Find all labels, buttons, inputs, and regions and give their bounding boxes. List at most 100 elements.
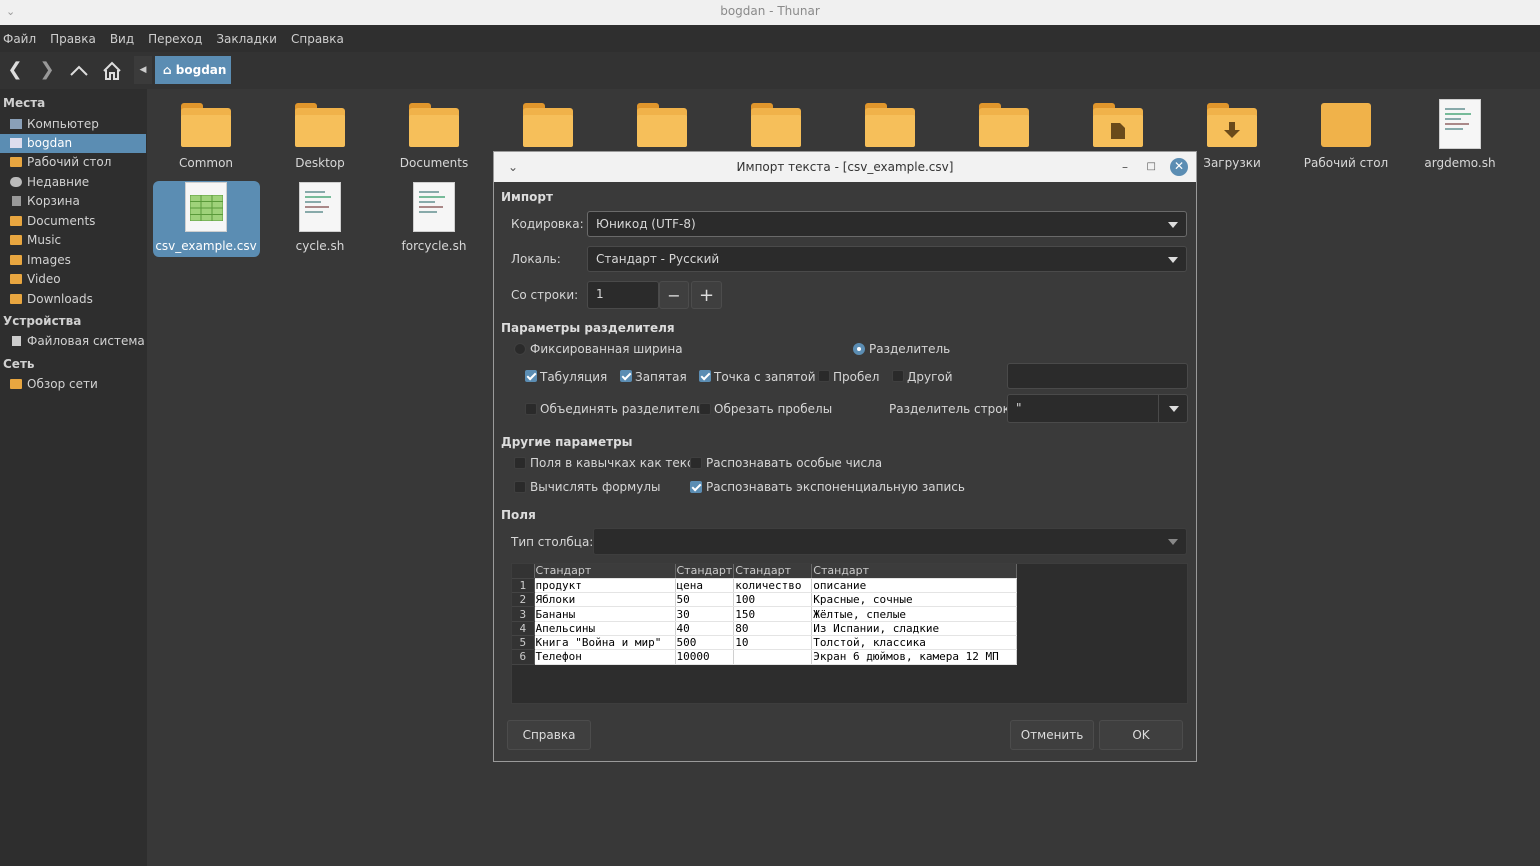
back-icon[interactable]: ❮	[4, 60, 26, 82]
sidebar-item-trash[interactable]: Корзина	[0, 192, 146, 211]
folder-icon	[409, 103, 459, 147]
folder-icon	[181, 103, 231, 147]
cell: количество	[733, 578, 813, 594]
chevron-down-icon	[1168, 222, 1178, 228]
locale-select[interactable]: Стандарт - Русский	[587, 246, 1187, 272]
other-options-header: Другие параметры	[501, 435, 633, 449]
computer-icon	[10, 119, 22, 129]
chevron-down-icon	[1169, 406, 1179, 412]
home-icon[interactable]	[101, 60, 123, 82]
column-type-select[interactable]	[593, 528, 1187, 555]
fixed-width-label: Фиксированная ширина	[530, 342, 683, 356]
cell: Книга "Война и мир"	[534, 635, 676, 651]
cell: Апельсины	[534, 621, 676, 636]
column-header[interactable]: Стандарт	[675, 564, 735, 579]
close-icon[interactable]: ✕	[1170, 158, 1188, 176]
tab-checkbox[interactable]	[525, 370, 537, 382]
sidebar-item-network[interactable]: Обзор сети	[0, 375, 146, 394]
cell: 50	[675, 592, 735, 608]
cancel-button[interactable]: Отменить	[1010, 720, 1094, 750]
menu-edit[interactable]: Правка	[50, 32, 96, 46]
decrement-button[interactable]: −	[659, 281, 689, 309]
column-header[interactable]: Стандарт	[534, 564, 676, 579]
path-scroll-left-icon[interactable]: ◀	[134, 56, 152, 84]
maximize-icon[interactable]: □	[1147, 160, 1156, 174]
sidebar-item-filesystem[interactable]: Файловая система	[0, 332, 146, 351]
folder-icon	[751, 103, 801, 147]
up-icon[interactable]	[68, 60, 90, 82]
sidebar-header-devices: Устройства	[3, 314, 82, 328]
sidebar-item-music[interactable]: Music	[0, 231, 146, 250]
column-header[interactable]: Стандарт	[733, 564, 813, 579]
sidebar-item-downloads[interactable]: Downloads	[0, 290, 146, 309]
trim-spaces-label: Обрезать пробелы	[714, 402, 833, 416]
fixed-width-radio[interactable]	[514, 343, 526, 355]
trim-spaces-checkbox[interactable]	[699, 403, 711, 415]
semicolon-checkbox[interactable]	[699, 370, 711, 382]
string-delimiter-select[interactable]: "	[1007, 394, 1188, 423]
encoding-select[interactable]: Юникод (UTF-8)	[587, 211, 1187, 237]
space-checkbox[interactable]	[818, 370, 830, 382]
sidebar-item-images[interactable]: Images	[0, 251, 146, 270]
encoding-label: Кодировка:	[511, 217, 584, 231]
merge-delimiters-checkbox[interactable]	[525, 403, 537, 415]
ok-button[interactable]: OK	[1099, 720, 1183, 750]
tab-label: Табуляция	[540, 370, 608, 384]
cell: Жёлтые, спелые	[811, 606, 1018, 622]
detect-special-checkbox[interactable]	[690, 457, 702, 469]
cell: Яблоки	[534, 592, 676, 608]
sidebar: Места Компьютер bogdan Рабочий стол Неда…	[0, 89, 147, 866]
quoted-as-text-checkbox[interactable]	[514, 457, 526, 469]
eval-formulas-checkbox[interactable]	[514, 481, 526, 493]
dialog-menu-icon[interactable]: ⌄	[508, 160, 518, 174]
detect-special-label: Распознавать особые числа	[706, 456, 883, 470]
sidebar-item-documents[interactable]: Documents	[0, 212, 146, 231]
dialog-titlebar[interactable]: ⌄ Импорт текста - [csv_example.csv] – □ …	[494, 152, 1196, 182]
sidebar-item-computer[interactable]: Компьютер	[0, 115, 146, 134]
from-row-input[interactable]: 1	[587, 281, 659, 309]
import-section-header: Импорт	[501, 190, 553, 204]
cell: продукт	[534, 578, 676, 594]
cell: 150	[733, 606, 813, 622]
column-header[interactable]: Стандарт	[811, 564, 1018, 579]
sidebar-item-desktop[interactable]: Рабочий стол	[0, 153, 146, 172]
detect-scientific-checkbox[interactable]	[690, 481, 702, 493]
separated-label: Разделитель	[869, 342, 951, 356]
folder-icon	[295, 103, 345, 147]
cell: описание	[811, 578, 1018, 594]
folder-icon	[10, 235, 22, 245]
window-menu-icon[interactable]: ⌄	[6, 1, 15, 23]
comma-checkbox[interactable]	[620, 370, 632, 382]
toolbar: ❮ ❯	[0, 52, 1540, 89]
folder-icon	[10, 255, 22, 265]
increment-button[interactable]: +	[691, 281, 722, 309]
help-button[interactable]: Справка	[507, 720, 591, 750]
window-titlebar[interactable]: ⌄ bogdan - Thunar	[0, 0, 1540, 25]
menu-view[interactable]: Вид	[110, 32, 134, 46]
separator-section-header: Параметры разделителя	[501, 321, 675, 335]
other-separator-input[interactable]	[1007, 363, 1188, 389]
cell: Бананы	[534, 606, 676, 622]
sidebar-item-video[interactable]: Video	[0, 270, 146, 289]
minimize-icon[interactable]: –	[1122, 160, 1128, 174]
path-button-current[interactable]: ⌂ bogdan	[155, 56, 231, 84]
cell: Толстой, классика	[811, 635, 1018, 651]
menu-bookmarks[interactable]: Закладки	[216, 32, 277, 46]
cell: Телефон	[534, 649, 676, 665]
forward-icon[interactable]: ❯	[36, 60, 58, 82]
other-checkbox[interactable]	[892, 370, 904, 382]
table-row: 2 Яблоки 50 100 Красные, сочные	[512, 592, 1018, 608]
from-row-label: Со строки:	[511, 288, 579, 302]
sidebar-item-bogdan[interactable]: bogdan	[0, 134, 146, 153]
spreadsheet-file-icon	[185, 182, 227, 232]
detect-scientific-label: Распознавать экспоненциальную запись	[706, 480, 965, 494]
menu-file[interactable]: Файл	[3, 32, 36, 46]
column-type-label: Тип столбца:	[511, 535, 594, 549]
menu-help[interactable]: Справка	[291, 32, 344, 46]
sidebar-item-recent[interactable]: Недавние	[0, 173, 146, 192]
menu-go[interactable]: Переход	[148, 32, 202, 46]
cell: 10000	[675, 649, 735, 665]
separated-radio[interactable]	[853, 343, 865, 355]
data-preview-grid[interactable]: Стандарт Стандарт Стандарт Стандарт 1 про…	[511, 563, 1188, 704]
script-file-icon	[1439, 99, 1481, 149]
